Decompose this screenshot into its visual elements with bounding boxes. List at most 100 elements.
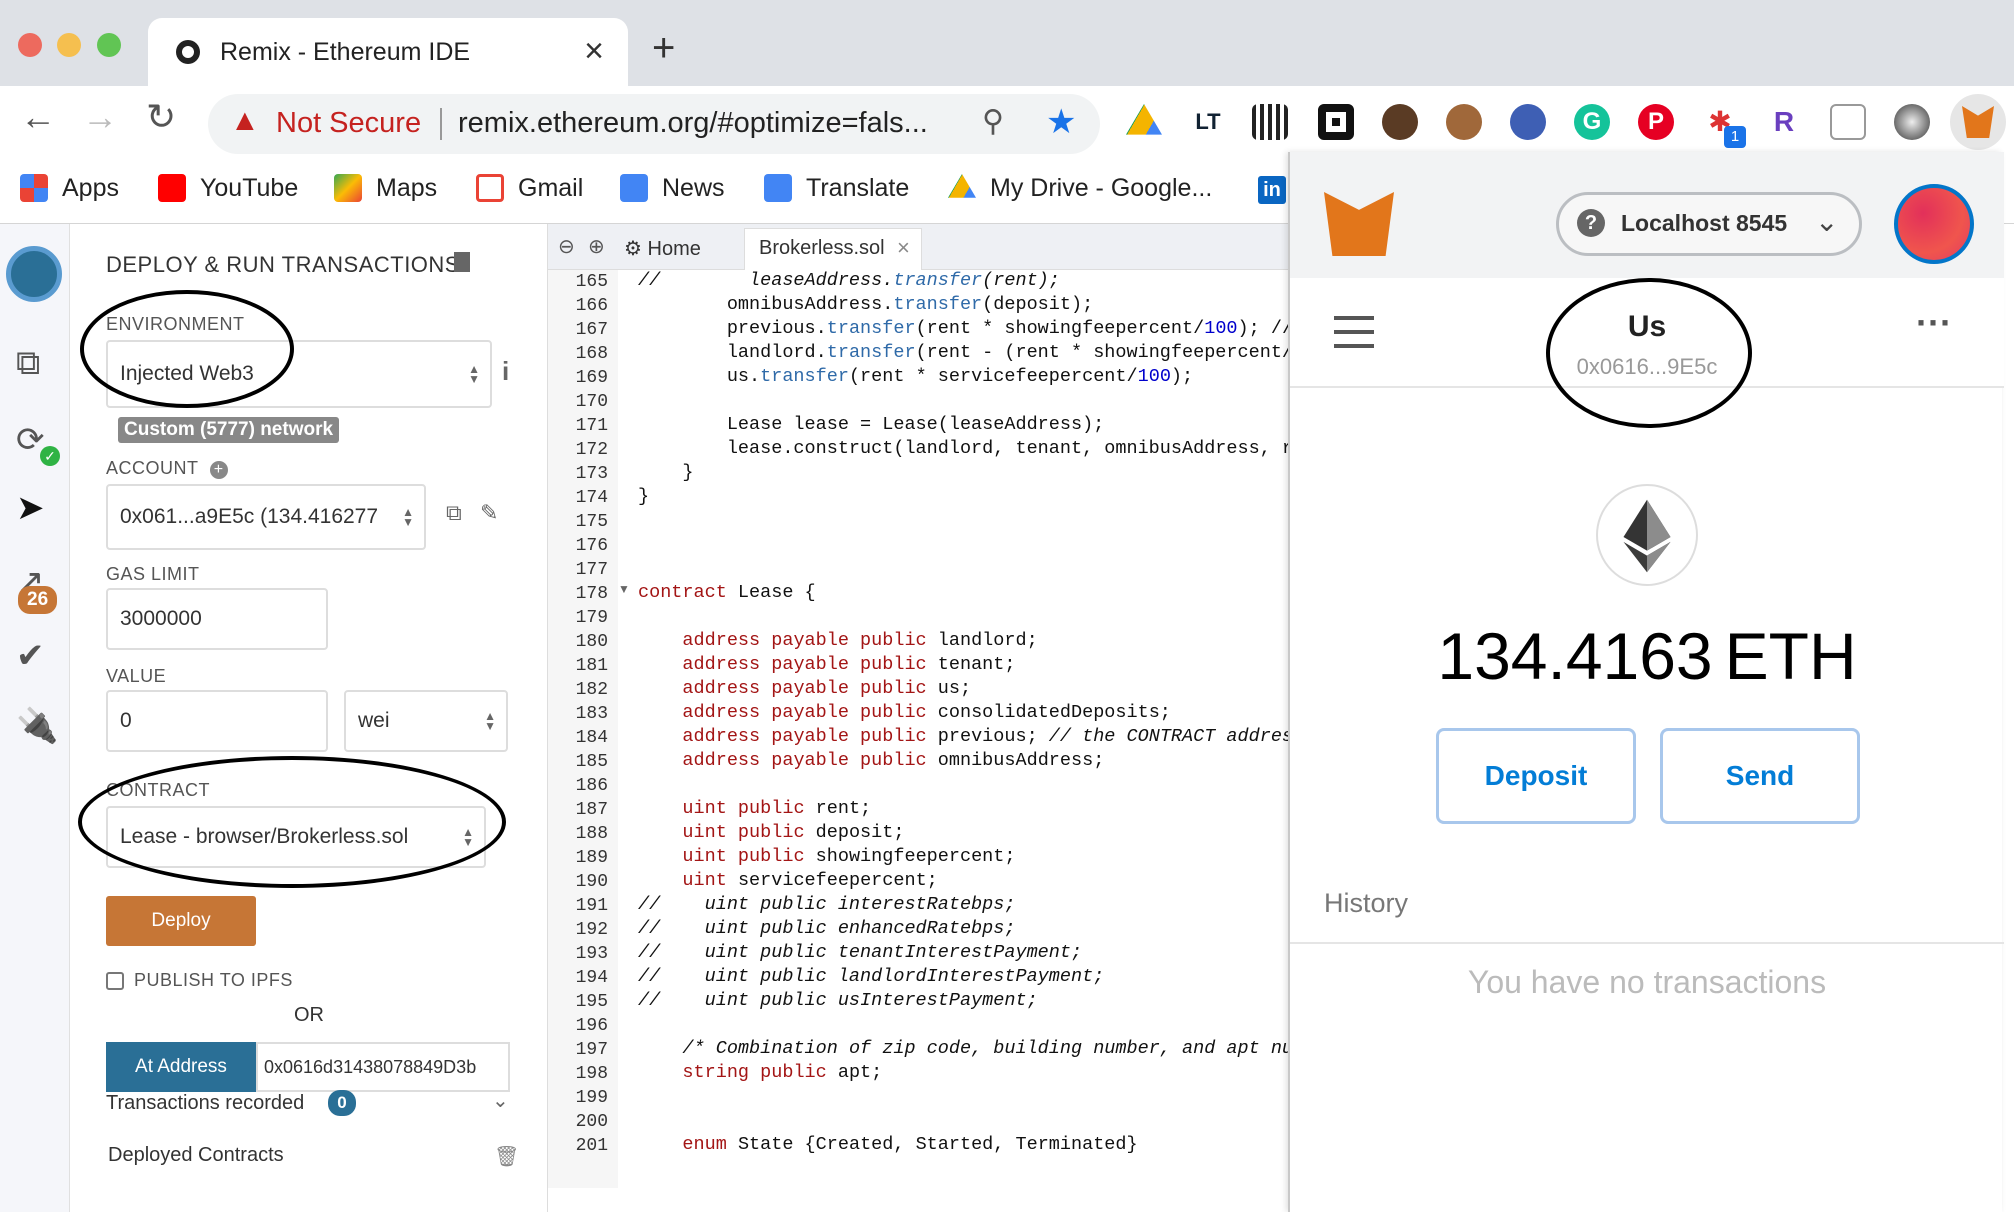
account-value: 0x061...a9E5c (134.416277 [120, 505, 379, 528]
transactions-recorded-label[interactable]: Transactions recorded [106, 1092, 304, 1115]
publish-ipfs-checkbox[interactable] [106, 972, 124, 990]
file-tab-brokerless[interactable]: Brokerless.sol × [744, 228, 922, 270]
square-extension-icon[interactable] [1318, 104, 1354, 140]
drive-icon [948, 174, 976, 198]
code-line: uint servicefeepercent; [682, 870, 938, 891]
bookmark-gmail[interactable]: Gmail [476, 174, 583, 203]
globe-extension-icon[interactable] [1510, 104, 1546, 140]
remix-icon-sidebar: ⧉ ⟳ ✓ ➤ ↗ 26 ✔ 🔌 [0, 224, 70, 1212]
address-bar[interactable]: ▲ Not Secure remix.ethereum.org/#optimiz… [208, 94, 1100, 154]
deploy-run-icon[interactable]: ➤ [16, 488, 45, 528]
url-text[interactable]: remix.ethereum.org/#optimize=fals... [458, 107, 928, 140]
code-line: } [638, 486, 650, 507]
linkedin-icon[interactable]: in [1258, 176, 1286, 204]
file-tab-close-icon[interactable]: × [897, 235, 910, 261]
home-tab[interactable]: ⚙ Home [624, 236, 701, 261]
browser-toolbar: ← → ↻ ▲ Not Secure remix.ethereum.org/#o… [0, 86, 2014, 160]
code-area[interactable]: // leaseAddress.transfer(rent); omnibusA… [548, 270, 1288, 1188]
value-input[interactable]: 0 [106, 690, 328, 752]
eth-logo-icon [1596, 484, 1698, 586]
account-label: ACCOUNT + [106, 458, 228, 479]
chevron-down-icon[interactable]: ⌄ [492, 1088, 509, 1113]
remix-logo-icon[interactable] [6, 246, 62, 302]
balance-unit: ETH [1724, 619, 1857, 693]
balance-display: 134.4163 ETH [1290, 618, 2004, 694]
account-select[interactable]: 0x061...a9E5c (134.416277 ▲ ▼ [106, 484, 426, 550]
value-unit-select[interactable]: wei ▲ ▼ [344, 690, 508, 752]
plugin-manager-icon[interactable]: 🔌 [16, 706, 58, 746]
value-amount: 0 [120, 709, 132, 732]
account-avatar[interactable] [1894, 184, 1974, 264]
deploy-button[interactable]: Deploy [106, 896, 256, 946]
lt-extension-icon[interactable]: LT [1190, 104, 1226, 140]
zoom-icon[interactable]: ⚲ [982, 104, 1004, 139]
cat-extension-icon[interactable] [1382, 104, 1418, 140]
deploy-run-panel: DEPLOY & RUN TRANSACTIONS ENVIRONMENT In… [70, 224, 548, 1212]
bookmark-label: Gmail [518, 174, 584, 202]
info-icon[interactable]: i [502, 356, 509, 387]
code-line: /* Combination of zip code, building num… [682, 1038, 1288, 1059]
more-options-icon[interactable]: ··· [1916, 302, 1952, 344]
file-explorer-icon[interactable]: ⧉ [16, 344, 40, 383]
testing-icon[interactable]: ✔ [16, 636, 45, 676]
network-badge: Custom (5777) network [118, 417, 340, 443]
deposit-button[interactable]: Deposit [1436, 728, 1636, 824]
annotation-oval-environment [80, 290, 294, 408]
code-line: us.transfer(rent * servicefeepercent/100… [638, 366, 1194, 387]
send-button[interactable]: Send [1660, 728, 1860, 824]
bookmark-news[interactable]: News [620, 174, 725, 203]
bookmark-maps[interactable]: Maps [334, 174, 437, 203]
not-secure-label: Not Secure [276, 107, 422, 139]
bookmark-my-drive[interactable]: My Drive - Google... [948, 174, 1212, 203]
calendar-extension-icon[interactable] [1830, 104, 1866, 140]
code-line: address payable public omnibusAddress; [682, 750, 1105, 771]
bookmark-star-icon[interactable]: ★ [1046, 102, 1076, 142]
bookmark-youtube[interactable]: YouTube [158, 174, 298, 203]
history-title: History [1324, 888, 1409, 918]
circle-extension-icon[interactable] [1894, 104, 1930, 140]
zoom-out-icon[interactable]: ⊖ [558, 234, 575, 259]
reload-button[interactable]: ↻ [146, 96, 176, 138]
select-arrows-icon: ▲ ▼ [484, 709, 496, 733]
documentation-icon[interactable] [454, 252, 470, 272]
history-divider [1290, 942, 2004, 944]
qr-extension-icon[interactable] [1252, 104, 1288, 140]
zoom-in-icon[interactable]: ⊕ [588, 234, 605, 259]
code-line: // uint public usInterestPayment; [638, 990, 1038, 1011]
trash-icon[interactable]: 🗑 [494, 1144, 519, 1169]
code-line: address payable public previous; // the … [682, 726, 1288, 747]
minimize-window-button[interactable] [57, 33, 81, 57]
code-line: // uint public interestRatebps; [638, 894, 1016, 915]
close-window-button[interactable] [18, 33, 42, 57]
browser-tab[interactable]: Remix - Ethereum IDE × [148, 18, 628, 88]
at-address-button[interactable]: At Address [106, 1042, 256, 1092]
at-address-input[interactable]: 0x0616d31438078849D3b [256, 1042, 510, 1092]
bookmark-label: My Drive - Google... [990, 174, 1213, 202]
pinterest-extension-icon[interactable]: P [1638, 104, 1674, 140]
grammarly-extension-icon[interactable]: G [1574, 104, 1610, 140]
bookmark-translate[interactable]: Translate [764, 174, 909, 203]
maximize-window-button[interactable] [97, 33, 121, 57]
gas-limit-input[interactable]: 3000000 [106, 588, 328, 650]
metamask-popup: ? Localhost 8545 ⌄ Us 0x0616...9E5c ··· … [1288, 152, 2004, 1212]
code-line: address payable public us; [682, 678, 972, 699]
edit-icon[interactable]: ✎ [480, 500, 498, 526]
tab-close-icon[interactable]: × [584, 32, 604, 71]
cookie-extension-icon[interactable] [1446, 104, 1482, 140]
fold-arrow-icon[interactable]: ▼ [618, 582, 630, 596]
google-drive-extension-icon[interactable] [1126, 104, 1162, 135]
copy-icon[interactable]: ⧉ [446, 500, 462, 526]
r-extension-icon[interactable]: R [1766, 104, 1802, 140]
network-selector[interactable]: ? Localhost 8545 ⌄ [1556, 192, 1862, 256]
code-line: previous.transfer(rent * showingfeeperce… [638, 318, 1288, 339]
new-tab-button[interactable]: + [652, 26, 675, 71]
back-button[interactable]: ← [20, 96, 56, 138]
metamask-extension-icon[interactable] [1950, 94, 2006, 150]
add-account-icon[interactable]: + [209, 461, 228, 479]
file-tab-label: Brokerless.sol [759, 237, 885, 259]
gas-limit-label: GAS LIMIT [106, 564, 200, 584]
forward-button[interactable]: → [82, 96, 118, 138]
code-line: // uint public enhancedRatebps; [638, 918, 1016, 939]
code-line: } [638, 462, 694, 483]
bookmark-apps[interactable]: Apps [20, 174, 119, 203]
